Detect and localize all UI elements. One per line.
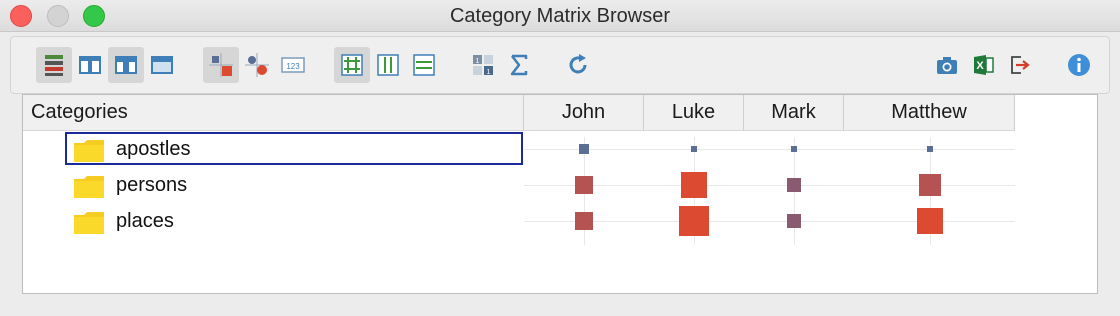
matrix-panel: Categories John Luke Mark Matthew apostl… (22, 94, 1098, 294)
grid-hash-button[interactable] (334, 47, 370, 83)
camera-button[interactable] (929, 47, 965, 83)
rows-grid-icon (413, 54, 435, 76)
sigma-button[interactable] (501, 47, 537, 83)
window-title: Category Matrix Browser (449, 5, 671, 27)
svg-text:1: 1 (487, 69, 491, 76)
list-item-places[interactable]: places (23, 203, 1023, 239)
svg-text:1: 1 (476, 58, 480, 65)
camera-icon (937, 57, 957, 74)
numbers-icon: 123 (281, 57, 305, 73)
symbol-squares-icon (209, 53, 233, 77)
refresh-icon (569, 54, 587, 74)
export-button[interactable] (1001, 47, 1037, 83)
excel-button[interactable]: X (965, 47, 1001, 83)
columns-grid-icon (377, 54, 399, 76)
list-item-apostles[interactable]: apostles (23, 131, 1023, 167)
window-view-button[interactable] (144, 47, 180, 83)
symbol-squares-button[interactable] (203, 47, 239, 83)
stacked-rows-button[interactable] (36, 47, 72, 83)
column-header-matthew[interactable]: Matthew (844, 95, 1015, 131)
numbers-button[interactable]: 123 (275, 47, 311, 83)
refresh-button[interactable] (560, 47, 596, 83)
symbol-circles-button[interactable] (239, 47, 275, 83)
categories-column-header[interactable]: Categories (23, 95, 524, 131)
excel-icon: X (974, 55, 994, 75)
category-matrix-window: Category Matrix Browser 123 1 1 X Catego… (0, 0, 1120, 316)
export-icon (1011, 56, 1030, 74)
row-label-apostles: apostles (116, 138, 191, 160)
row-label-places: places (116, 210, 174, 232)
rows-grid-button[interactable] (406, 47, 442, 83)
column-view-button[interactable] (72, 47, 108, 83)
numbered-grid-icon: 1 1 (473, 55, 493, 76)
toolbar: 123 1 1 X (10, 36, 1110, 94)
list-item-persons[interactable]: persons (23, 167, 1023, 203)
column-view-2-button[interactable] (108, 47, 144, 83)
column-header-john[interactable]: John (524, 95, 644, 131)
info-button[interactable] (1061, 47, 1097, 83)
column-view-icon (79, 56, 101, 74)
stacked-rows-icon (45, 55, 63, 76)
info-icon (1068, 54, 1090, 76)
folder-icon (74, 176, 104, 198)
sigma-icon (510, 54, 528, 76)
title-bar: Category Matrix Browser (0, 0, 1120, 32)
column-header-luke[interactable]: Luke (644, 95, 744, 131)
svg-text:123: 123 (286, 62, 300, 71)
svg-text:X: X (976, 60, 984, 72)
folder-icon (74, 140, 104, 162)
columns-grid-button[interactable] (370, 47, 406, 83)
symbol-circles-icon (245, 53, 269, 77)
folder-icon (74, 212, 104, 234)
column-header-mark[interactable]: Mark (744, 95, 844, 131)
numbered-grid-button[interactable]: 1 1 (465, 47, 501, 83)
row-label-persons: persons (116, 174, 188, 196)
window-view-icon (151, 56, 173, 74)
column-view-2-icon (115, 56, 137, 74)
grid-hash-icon (341, 54, 363, 76)
